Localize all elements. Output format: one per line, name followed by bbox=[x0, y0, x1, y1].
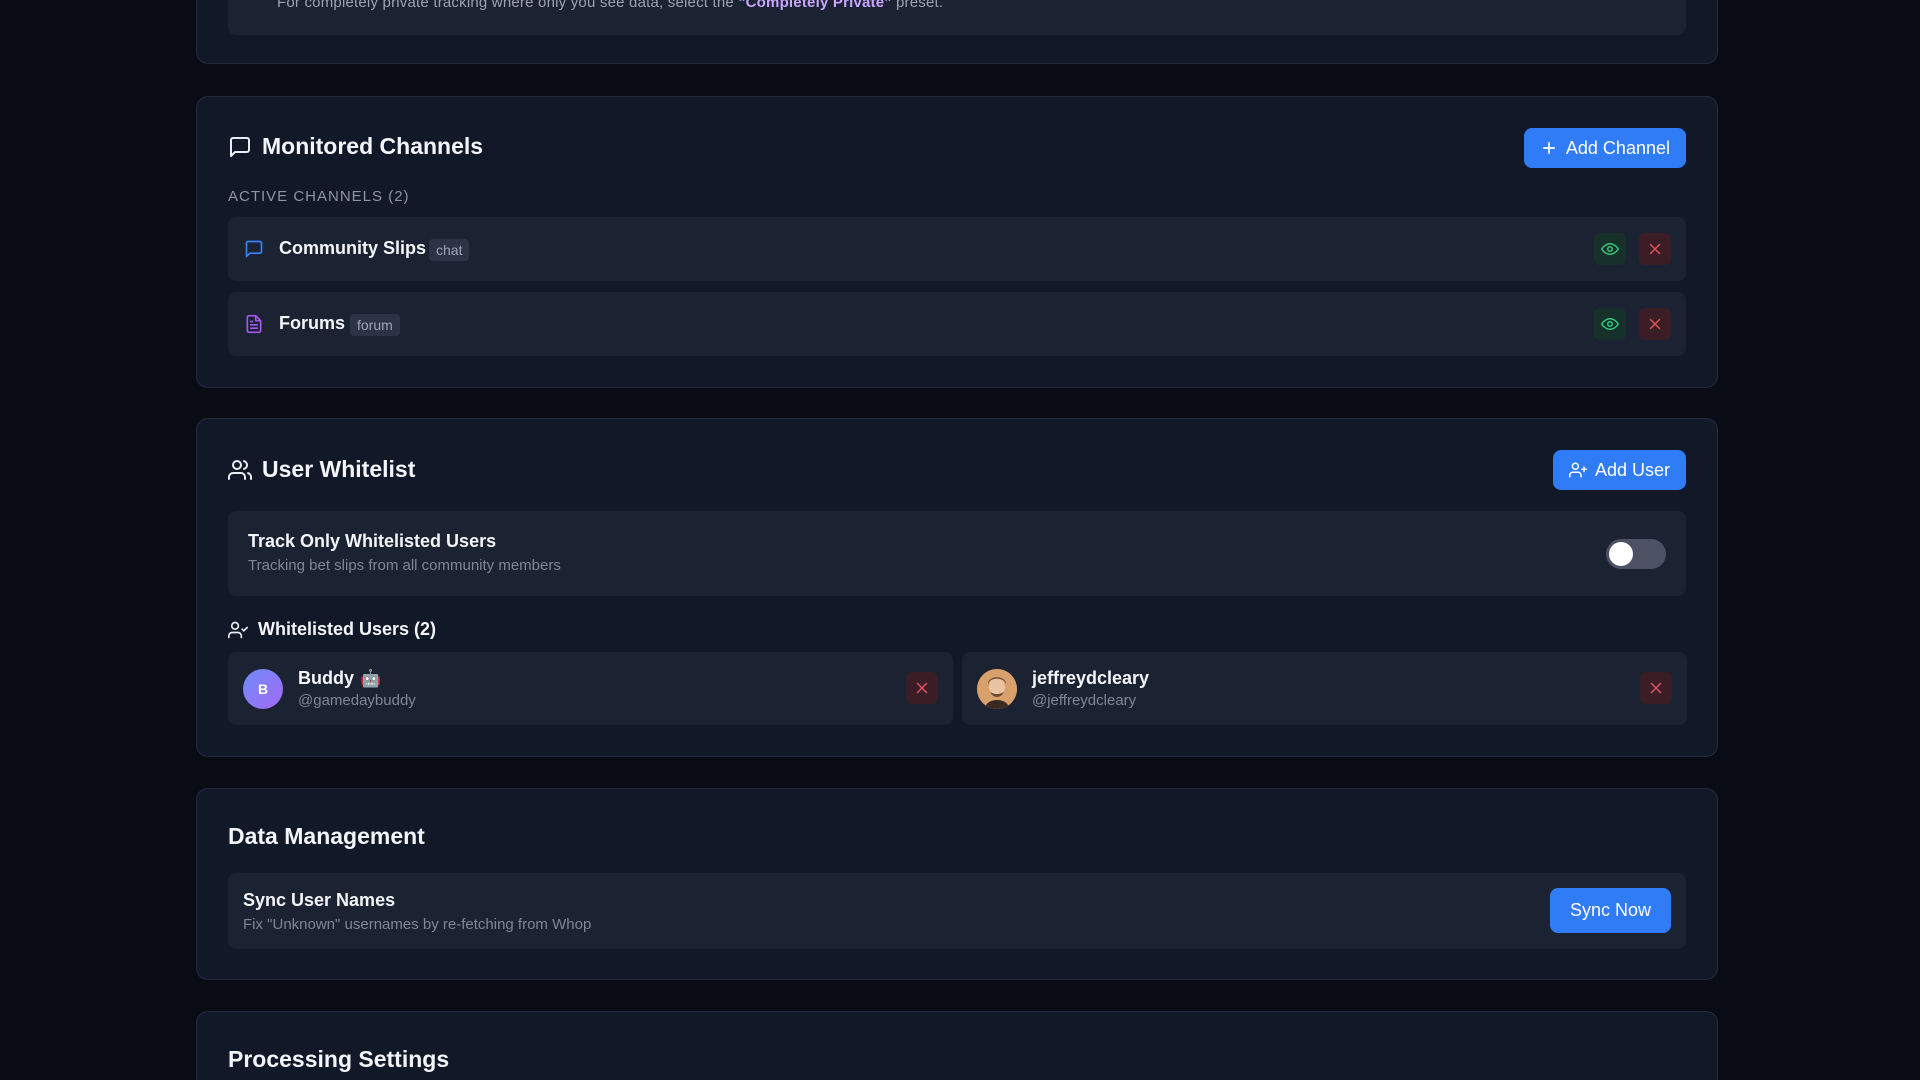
avatar bbox=[977, 669, 1017, 709]
chat-bubble-icon bbox=[230, 136, 250, 157]
channel-row: Forums forum bbox=[228, 292, 1686, 356]
plus-icon bbox=[1542, 141, 1555, 155]
active-channels-label: ACTIVE CHANNELS (2) bbox=[228, 188, 410, 205]
add-channel-label: Add Channel bbox=[1565, 137, 1670, 158]
add-channel-button[interactable]: Add Channel bbox=[1523, 128, 1686, 168]
user-display-name: jeffreydcleary bbox=[1032, 668, 1150, 688]
user-handle: @jeffreydcleary bbox=[1032, 692, 1137, 709]
user-photo-icon bbox=[977, 669, 1017, 709]
sync-now-button[interactable]: Sync Now bbox=[1549, 888, 1671, 933]
user-handle: @gamedaybuddy bbox=[298, 692, 416, 709]
add-user-label: Add User bbox=[1594, 459, 1670, 480]
whitelisted-users-heading: Whitelisted Users (2) bbox=[258, 619, 437, 639]
close-icon bbox=[1649, 243, 1661, 255]
monitored-channels-heading: Monitored Channels bbox=[262, 133, 484, 159]
user-name: Buddy 🤖 bbox=[298, 668, 381, 689]
remove-channel-button[interactable] bbox=[1639, 308, 1671, 340]
track-whitelisted-row: Track Only Whitelisted Users Tracking be… bbox=[228, 511, 1686, 596]
user-whitelist-card: User Whitelist Add User Track Only White… bbox=[196, 418, 1718, 757]
monitored-channels-card: Monitored Channels Add Channel ACTIVE CH… bbox=[196, 96, 1718, 388]
settings-page: For completely private tracking where on… bbox=[0, 0, 1920, 1080]
whitelisted-user-card: jeffreydcleary @jeffreydcleary bbox=[962, 652, 1687, 725]
remove-user-button[interactable] bbox=[1640, 672, 1672, 704]
user-check-icon bbox=[228, 621, 248, 638]
toggle-visibility-button[interactable] bbox=[1594, 308, 1626, 340]
privacy-note-suffix: preset. bbox=[891, 0, 944, 11]
close-icon bbox=[1649, 318, 1661, 330]
processing-settings-title: Processing Settings bbox=[228, 1046, 450, 1072]
robot-emoji: 🤖 bbox=[360, 668, 382, 688]
whitelisted-user-card: B Buddy 🤖 @gamedaybuddy bbox=[228, 652, 953, 725]
document-icon bbox=[246, 314, 262, 334]
toggle-knob bbox=[1609, 542, 1633, 566]
user-display-name: Buddy bbox=[298, 668, 354, 688]
monitored-channels-title: Monitored Channels bbox=[228, 133, 483, 160]
sync-user-names-subtitle: Fix "Unknown" usernames by re-fetching f… bbox=[243, 916, 592, 933]
avatar: B bbox=[243, 669, 283, 709]
toggle-visibility-button[interactable] bbox=[1594, 233, 1626, 265]
track-whitelisted-toggle[interactable] bbox=[1606, 539, 1666, 569]
channel-type-badge: forum bbox=[350, 314, 400, 336]
users-icon bbox=[228, 459, 252, 480]
user-plus-icon bbox=[1568, 462, 1587, 478]
close-icon bbox=[916, 682, 928, 694]
user-whitelist-title: User Whitelist bbox=[228, 456, 415, 483]
remove-user-button[interactable] bbox=[906, 672, 938, 704]
privacy-note: For completely private tracking where on… bbox=[277, 0, 943, 11]
sync-user-names-title: Sync User Names bbox=[243, 890, 396, 910]
close-icon bbox=[1650, 682, 1662, 694]
channel-name: Community Slips bbox=[279, 238, 427, 258]
privacy-note-text: For completely private tracking where on… bbox=[277, 0, 739, 11]
user-whitelist-heading: User Whitelist bbox=[262, 456, 416, 482]
eye-icon bbox=[1601, 318, 1619, 330]
channel-type-badge: chat bbox=[429, 239, 470, 261]
sync-user-names-row: Sync User Names Fix "Unknown" usernames … bbox=[228, 873, 1686, 949]
track-whitelisted-title: Track Only Whitelisted Users bbox=[248, 531, 497, 551]
track-whitelisted-subtitle: Tracking bet slips from all community me… bbox=[248, 557, 561, 574]
privacy-preset-name: "Completely Private" bbox=[738, 0, 892, 11]
channel-name: Forums bbox=[279, 313, 346, 333]
data-management-card: Data Management Sync User Names Fix "Unk… bbox=[196, 788, 1718, 980]
eye-icon bbox=[1601, 243, 1619, 255]
channel-row: Community Slips chat bbox=[228, 217, 1686, 281]
user-name: jeffreydcleary bbox=[1032, 668, 1149, 689]
remove-channel-button[interactable] bbox=[1639, 233, 1671, 265]
avatar-initial: B bbox=[257, 681, 269, 697]
sync-now-label: Sync Now bbox=[1569, 900, 1651, 920]
processing-settings-card: Processing Settings bbox=[196, 1011, 1718, 1080]
whitelisted-users-label: Whitelisted Users (2) bbox=[228, 619, 436, 640]
data-management-title: Data Management bbox=[228, 823, 425, 849]
add-user-button[interactable]: Add User bbox=[1552, 450, 1686, 490]
chat-bubble-icon bbox=[245, 240, 263, 258]
